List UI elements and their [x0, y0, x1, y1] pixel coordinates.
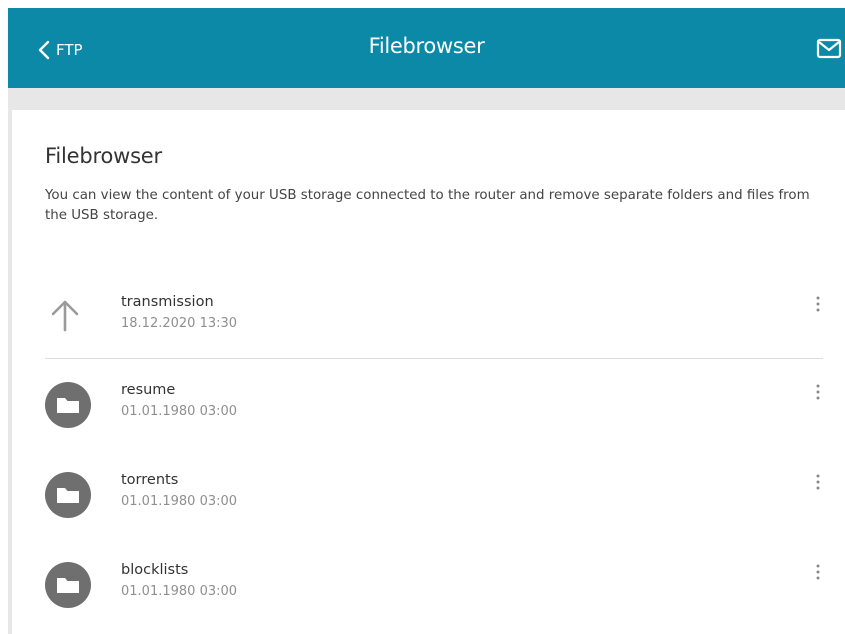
folder-icon	[45, 562, 91, 608]
list-divider	[45, 358, 823, 359]
arrow-up-icon[interactable]	[45, 294, 91, 340]
section-heading: Filebrowser	[45, 144, 162, 168]
folder-icon	[45, 472, 91, 518]
more-options-button[interactable]	[811, 294, 825, 316]
list-item[interactable]: resume 01.01.1980 03:00	[45, 382, 825, 452]
header-separator	[8, 88, 845, 110]
list-item-parent[interactable]: transmission 18.12.2020 13:30	[45, 294, 825, 364]
list-item[interactable]: torrents 01.01.1980 03:00	[45, 472, 825, 542]
page-title: Filebrowser	[368, 34, 485, 58]
top-bar: FTP Filebrowser	[8, 8, 845, 88]
folder-icon	[45, 382, 91, 428]
section-description: You can view the content of your USB sto…	[45, 188, 810, 223]
more-options-button[interactable]	[811, 382, 825, 404]
mail-icon	[816, 38, 842, 59]
kebab-menu-icon	[816, 564, 820, 580]
kebab-menu-icon	[816, 384, 820, 400]
kebab-menu-icon	[816, 296, 820, 312]
entry-date: 01.01.1980 03:00	[121, 584, 238, 599]
more-options-button[interactable]	[811, 562, 825, 584]
entry-date: 01.01.1980 03:00	[121, 494, 238, 509]
entry-name: torrents	[121, 472, 179, 488]
content-card: Filebrowser You can view the content of …	[12, 110, 845, 634]
entry-name: blocklists	[121, 562, 189, 578]
entry-date: 01.01.1980 03:00	[121, 404, 238, 419]
list-item[interactable]: blocklists 01.01.1980 03:00	[45, 562, 825, 632]
kebab-menu-icon	[816, 474, 820, 490]
mail-button[interactable]	[816, 38, 842, 60]
entry-name: resume	[121, 382, 176, 398]
more-options-button[interactable]	[811, 472, 825, 494]
entry-name: transmission	[121, 294, 214, 310]
entry-date: 18.12.2020 13:30	[121, 316, 238, 331]
